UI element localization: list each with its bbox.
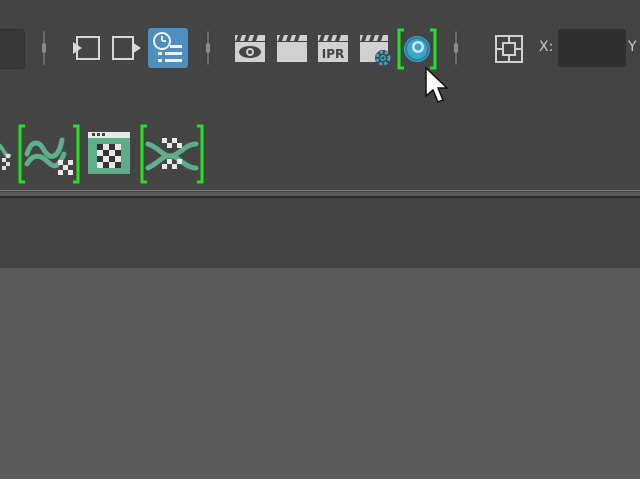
shelf-window-checker-button[interactable]: [86, 124, 132, 184]
toolbar-separator[interactable]: [42, 31, 46, 65]
y-coordinate-label: Y: [628, 39, 637, 55]
window-checker-icon: [88, 132, 130, 174]
cross-checker-icon: [140, 124, 204, 184]
render-view-button[interactable]: [234, 32, 266, 64]
hypershade-sphere-icon: [397, 28, 437, 70]
ipr-render-button[interactable]: IPR: [317, 32, 349, 64]
mouse-cursor-icon: [425, 66, 448, 103]
toolbar-separator[interactable]: [454, 31, 458, 65]
ipr-label: IPR: [322, 47, 345, 61]
left-input-field[interactable]: [0, 29, 25, 69]
shelf-wave-checker-button[interactable]: [18, 124, 80, 184]
x-coordinate-label: X:: [539, 39, 554, 55]
viewport[interactable]: [0, 268, 640, 479]
output-ports-button[interactable]: [111, 32, 143, 64]
shelf-cross-checker-button[interactable]: [140, 124, 204, 184]
render-settings-button[interactable]: [359, 32, 391, 66]
history-list-icon: [153, 32, 182, 62]
output-arrow-icon: [112, 36, 141, 60]
shelf-partial-item[interactable]: [0, 124, 14, 184]
history-button[interactable]: [148, 28, 188, 68]
hypershade-button[interactable]: [396, 28, 438, 70]
input-arrow-icon: [72, 36, 100, 60]
render-button[interactable]: [276, 32, 308, 64]
x-coordinate-field[interactable]: [558, 29, 626, 67]
grid-square-icon: [495, 35, 523, 63]
clapper-gear-icon: [360, 35, 391, 66]
lower-panel: [0, 198, 640, 268]
input-ports-button[interactable]: [70, 32, 102, 64]
toolbar-separator[interactable]: [206, 31, 210, 65]
clapper-icon: [277, 35, 307, 62]
snapshot-button[interactable]: [494, 34, 526, 66]
clapper-ipr-icon: IPR: [318, 35, 348, 62]
wave-checker-icon: [18, 124, 80, 184]
clapper-eye-icon: [235, 35, 265, 62]
shelf-divider: [0, 190, 640, 191]
checker-icon: [0, 143, 12, 170]
